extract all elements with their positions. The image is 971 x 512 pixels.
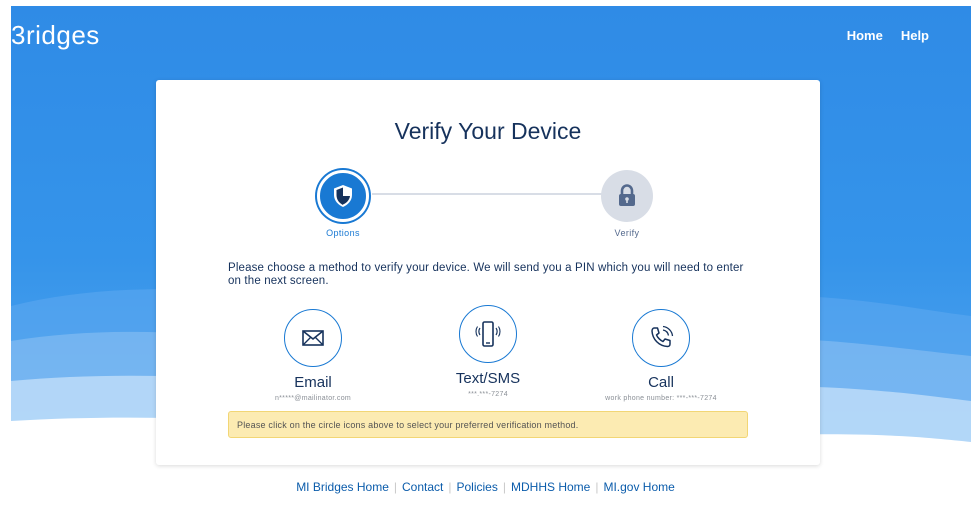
- footer-link-mi-gov-home[interactable]: MI.gov Home: [598, 480, 679, 494]
- footer-link-contact[interactable]: Contact: [397, 480, 448, 494]
- sms-method-button[interactable]: [459, 305, 517, 363]
- sms-method-option[interactable]: Text/SMS ***.***-7274: [408, 305, 568, 398]
- page-title: Verify Your Device: [394, 118, 582, 144]
- nav-home-link[interactable]: Home: [847, 28, 883, 43]
- footer-link-mdhhs-home[interactable]: MDHHS Home: [506, 480, 595, 494]
- call-method-detail: work phone number: ***-***-7274: [605, 395, 717, 402]
- shield-icon: [334, 185, 352, 207]
- sms-method-label: Text/SMS: [455, 370, 521, 387]
- top-nav: Home Help: [847, 28, 929, 43]
- step-options: Options: [303, 170, 383, 238]
- call-method-label: Call: [648, 374, 674, 391]
- step-options-label: Options: [326, 228, 360, 238]
- envelope-icon: [302, 330, 324, 346]
- lock-icon: [619, 184, 635, 206]
- email-method-detail: n*****@mailinator.com: [274, 395, 352, 402]
- email-method-label: Email: [294, 374, 332, 391]
- footer-link-mi-bridges-home[interactable]: MI Bridges Home: [291, 480, 394, 494]
- phone-call-icon: [651, 325, 674, 348]
- step-verify-circle: [601, 170, 653, 222]
- footer-link-policies[interactable]: Policies: [452, 480, 503, 494]
- nav-help-link[interactable]: Help: [901, 28, 929, 43]
- footer-links: MI Bridges Home | Contact | Policies | MDHHS H…: [0, 480, 971, 494]
- left-margin: [0, 0, 11, 512]
- progress-stepper: Options Verify: [156, 170, 820, 240]
- call-method-button[interactable]: [632, 309, 690, 367]
- sms-method-detail: ***.***-7274: [468, 391, 508, 398]
- email-method-button[interactable]: [284, 309, 342, 367]
- step-verify: Verify: [587, 170, 667, 238]
- app-logo[interactable]: 3ridges: [11, 20, 100, 51]
- selection-notice: Please click on the circle icons above t…: [228, 411, 748, 438]
- step-verify-label: Verify: [614, 228, 640, 238]
- stepper-connector: [372, 193, 606, 195]
- email-method-option[interactable]: Email n*****@mailinator.com: [233, 309, 393, 402]
- mobile-phone-icon: [475, 321, 501, 347]
- step-options-circle: [317, 170, 369, 222]
- call-method-option[interactable]: Call work phone number: ***-***-7274: [581, 309, 741, 402]
- instructions-text: Please choose a method to verify your de…: [228, 262, 744, 287]
- verify-card: Verify Your Device Options Verify Please…: [156, 80, 820, 465]
